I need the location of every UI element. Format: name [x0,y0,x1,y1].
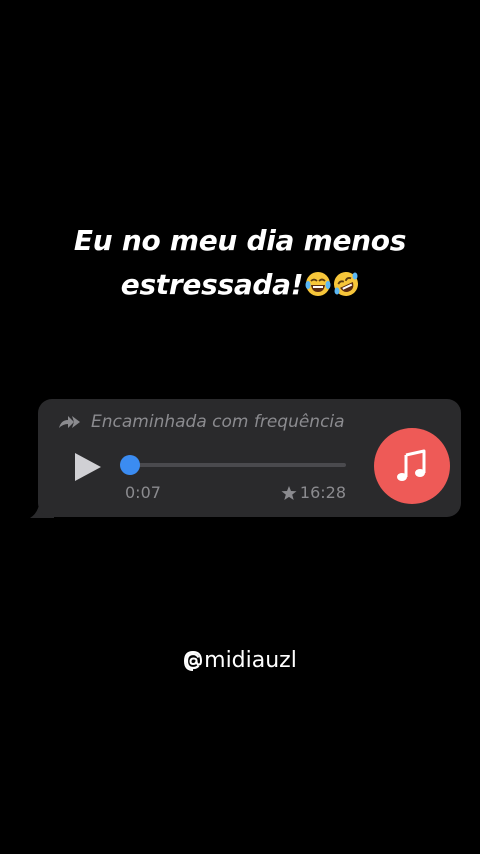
rolling-on-the-floor-laughing-emoji [334,272,359,296]
creator-handle: midiauzl [0,648,480,673]
caption-line-1: Eu no meu dia menos [73,224,407,257]
threads-at-icon [184,650,203,671]
total-duration: 16:28 [281,483,346,502]
forwarded-label: Encaminhada com frequência [91,412,345,432]
audio-message-bubble: Encaminhada com frequência 0:07 16:28 [38,399,461,517]
star-icon [281,485,297,500]
music-button[interactable] [374,428,450,504]
audio-progress-knob[interactable] [120,455,140,475]
caption-line-2-text: estressada! [120,268,304,301]
caption-line-2: estressada! [0,263,480,307]
total-time: 16:28 [299,483,346,502]
audio-progress-track[interactable] [130,463,346,467]
caption: Eu no meu dia menos estressada! [0,219,480,307]
elapsed-time: 0:07 [125,483,161,502]
double-forward-arrow-icon [59,416,80,428]
face-with-tears-of-joy-emoji [305,272,331,296]
forwarded-indicator: Encaminhada com frequência [58,412,345,432]
music-note-icon [397,449,426,481]
play-icon[interactable] [73,451,103,483]
handle-text: midiauzl [204,648,297,673]
